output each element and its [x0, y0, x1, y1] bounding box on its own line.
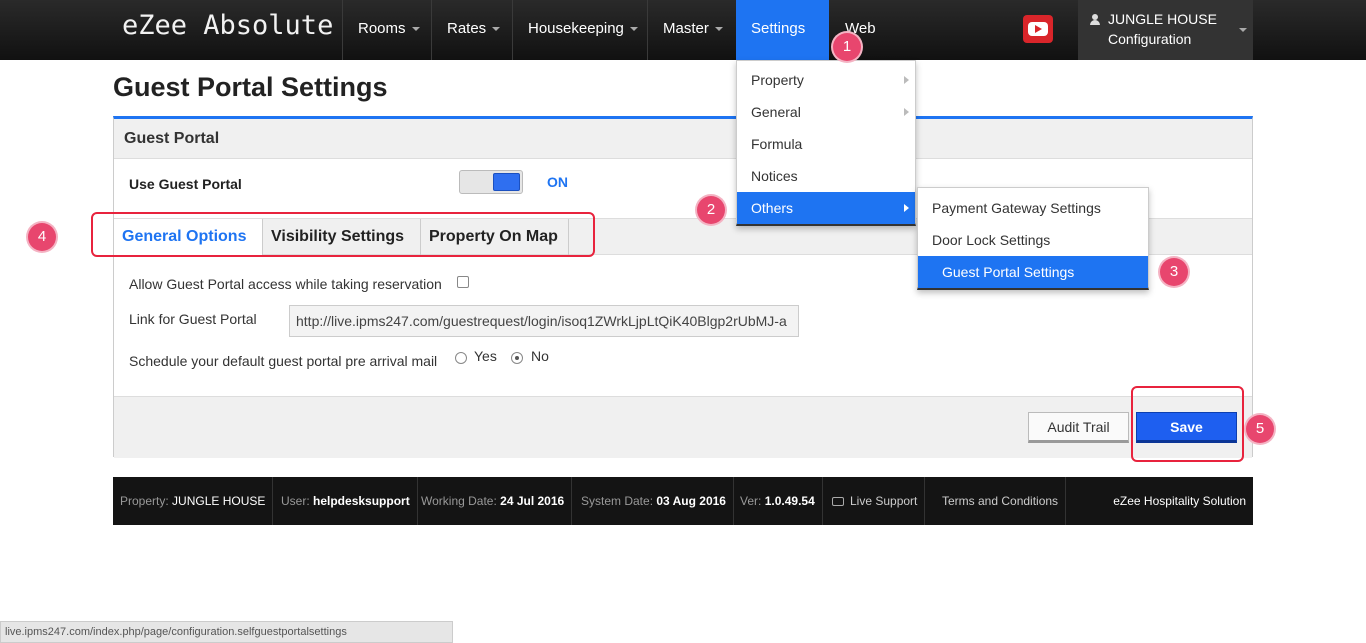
nav-rates[interactable]: Rates	[431, 0, 515, 60]
guest-portal-toggle[interactable]	[459, 170, 523, 194]
panel-header: Guest Portal	[114, 119, 1252, 159]
footer-system-value: 03 Aug 2016	[656, 494, 726, 508]
nav-housekeeping[interactable]: Housekeeping	[512, 0, 653, 60]
menu-item-label: Others	[751, 200, 794, 216]
footer-working-label: Working Date:	[421, 494, 497, 508]
user-name: JUNGLE HOUSE	[1108, 11, 1217, 27]
annotation-badge-5: 5	[1246, 415, 1274, 443]
menu-item-property[interactable]: Property	[737, 64, 915, 96]
annotation-badge-3: 3	[1160, 258, 1188, 286]
footer-user-label: User:	[281, 494, 310, 508]
submenu-guest-portal[interactable]: Guest Portal Settings	[918, 256, 1148, 288]
toggle-knob	[493, 173, 520, 191]
footer-working-value: 24 Jul 2016	[500, 494, 565, 508]
page-title: Guest Portal Settings	[113, 72, 388, 102]
menu-item-label: General	[751, 104, 801, 120]
user-icon	[1090, 14, 1100, 26]
company-name[interactable]: eZee Hospitality Solution	[1106, 477, 1253, 525]
live-support-link[interactable]: Live Support	[825, 477, 926, 525]
browser-status-url: live.ipms247.com/index.php/page/configur…	[0, 621, 453, 643]
chevron-down-icon	[411, 27, 420, 32]
annotation-badge-4: 4	[28, 223, 56, 251]
schedule-yes-radio[interactable]	[455, 352, 467, 364]
toggle-state-label: ON	[547, 174, 568, 190]
others-submenu: Payment Gateway Settings Door Lock Setti…	[917, 187, 1149, 290]
tabs-highlight-box	[91, 212, 595, 257]
youtube-icon[interactable]	[1023, 15, 1053, 43]
schedule-mail-label: Schedule your default guest portal pre a…	[129, 353, 438, 369]
menu-item-notices[interactable]: Notices	[737, 160, 915, 192]
nav-master[interactable]: Master	[647, 0, 738, 60]
footer-property-label: Property:	[120, 494, 169, 508]
annotation-badge-1: 1	[833, 33, 861, 61]
panel-heading: Guest Portal	[124, 130, 220, 147]
schedule-no-label: No	[531, 348, 549, 364]
menu-item-general[interactable]: General	[737, 96, 915, 128]
schedule-yes-label: Yes	[474, 348, 497, 364]
chevron-down-icon	[714, 27, 723, 32]
chevron-down-icon	[1239, 28, 1247, 32]
footer-working-date: Working Date: 24 Jul 2016	[414, 477, 573, 525]
footer-system-label: System Date:	[581, 494, 654, 508]
user-role: Configuration	[1108, 31, 1192, 47]
link-label: Link for Guest Portal	[129, 311, 257, 327]
nav-settings-label: Settings	[751, 20, 806, 37]
user-menu[interactable]: JUNGLE HOUSE Configuration	[1078, 0, 1253, 60]
nav-rates-label: Rates	[447, 20, 487, 37]
nav-rooms[interactable]: Rooms	[342, 0, 435, 60]
allow-access-label: Allow Guest Portal access while taking r…	[129, 276, 442, 292]
annotation-badge-2: 2	[697, 196, 725, 224]
nav-rooms-label: Rooms	[358, 20, 406, 37]
nav-master-label: Master	[663, 20, 709, 37]
panel-footer: Audit Trail Save	[114, 396, 1252, 458]
menu-item-label: Property	[751, 72, 804, 88]
guest-portal-link-field[interactable]: http://live.ipms247.com/guestrequest/log…	[289, 305, 799, 337]
chevron-right-icon	[904, 108, 909, 116]
footer-property-value: JUNGLE HOUSE	[172, 494, 266, 508]
footer-user: User: helpdesksupport	[274, 477, 418, 525]
chevron-down-icon	[629, 27, 638, 32]
footer-property: Property: JUNGLE HOUSE	[113, 477, 274, 525]
brand-logo[interactable]: eZee Absolute	[122, 10, 333, 41]
footer-user-value: helpdesksupport	[313, 494, 410, 508]
chevron-right-icon	[904, 204, 909, 212]
footer-version: Ver: 1.0.49.54	[733, 477, 823, 525]
footer-ver-label: Ver:	[740, 494, 762, 508]
chat-icon	[832, 497, 844, 507]
submenu-payment-gateway[interactable]: Payment Gateway Settings	[918, 192, 1148, 224]
chevron-down-icon	[492, 27, 501, 32]
footer-system-date: System Date: 03 Aug 2016	[574, 477, 734, 525]
play-icon	[1035, 25, 1042, 33]
menu-item-others[interactable]: Others	[737, 192, 915, 224]
schedule-no-radio[interactable]	[511, 352, 523, 364]
submenu-door-lock[interactable]: Door Lock Settings	[918, 224, 1148, 256]
footer-ver-value: 1.0.49.54	[764, 494, 815, 508]
top-navbar: eZee Absolute Rooms Rates Housekeeping M…	[0, 0, 1366, 90]
audit-trail-button[interactable]: Audit Trail	[1028, 412, 1129, 443]
chevron-right-icon	[904, 76, 909, 84]
allow-access-checkbox[interactable]	[457, 276, 469, 288]
nav-settings[interactable]: Settings	[736, 0, 829, 90]
terms-link[interactable]: Terms and Conditions	[935, 477, 1067, 525]
save-highlight-box	[1131, 386, 1244, 462]
use-guest-portal-label: Use Guest Portal	[129, 176, 242, 192]
app-footer: Property: JUNGLE HOUSE User: helpdesksup…	[113, 477, 1253, 525]
nav-housekeeping-label: Housekeeping	[528, 20, 624, 37]
live-support-label: Live Support	[850, 494, 918, 508]
menu-item-formula[interactable]: Formula	[737, 128, 915, 160]
settings-dropdown: Property General Formula Notices Others	[736, 60, 916, 226]
